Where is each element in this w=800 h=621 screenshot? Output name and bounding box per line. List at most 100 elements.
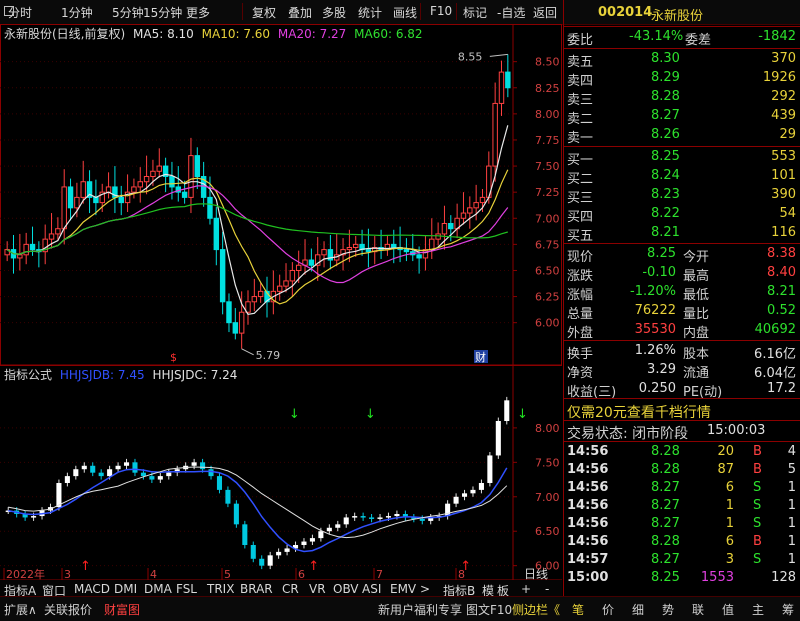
bottom-left-item-1[interactable]: 关联报价 bbox=[44, 601, 92, 618]
bid-row[interactable]: 买四 8.22 54 bbox=[563, 205, 800, 225]
candle bbox=[232, 322, 239, 334]
candle bbox=[207, 196, 213, 219]
kline-chart[interactable]: 8.50 8.25 8.00 7.75 7.50 7.25 7.00 6.75 6.50 6.25… bbox=[0, 24, 562, 596]
bottom-right-tab-2[interactable]: 细 bbox=[632, 601, 644, 618]
ask-price: 8.26 bbox=[651, 127, 680, 142]
candle bbox=[93, 196, 99, 204]
tick-direction: S bbox=[753, 498, 762, 513]
sub-bar bbox=[470, 489, 476, 494]
bid-row[interactable]: 买五 8.21 116 bbox=[563, 224, 800, 244]
sub-bar bbox=[495, 421, 501, 456]
panel-divider bbox=[563, 441, 800, 442]
indicator-tab-5[interactable]: FSL bbox=[176, 582, 197, 596]
indicator-tab-8[interactable]: CR bbox=[282, 582, 299, 596]
candle bbox=[416, 254, 422, 259]
bottom-right-tab-7[interactable]: 筹 bbox=[782, 601, 794, 618]
low-label: 5.79 bbox=[256, 349, 281, 362]
panel-divider bbox=[563, 146, 800, 147]
toolbar-item-5[interactable]: 复权 bbox=[252, 4, 276, 21]
buy-arrow-icon: ↑ bbox=[460, 559, 471, 574]
y-tick-label: 6.75 bbox=[535, 238, 560, 251]
indicator-tab-2[interactable]: MACD bbox=[74, 582, 110, 596]
indicator-tab-7[interactable]: BRAR bbox=[240, 582, 273, 596]
candle bbox=[29, 243, 36, 251]
ask-row[interactable]: 卖一 8.26 29 bbox=[563, 126, 800, 146]
candle bbox=[257, 290, 264, 298]
bid-row[interactable]: 买一 8.25 553 bbox=[563, 148, 800, 168]
bid-row[interactable]: 买三 8.23 390 bbox=[563, 186, 800, 206]
indicator-tab-11[interactable]: ASI bbox=[362, 582, 381, 596]
sub-bar bbox=[191, 462, 197, 466]
stat-value: -1.20% bbox=[630, 284, 676, 299]
candle bbox=[17, 254, 23, 259]
bottom-mid-item-2[interactable]: 侧边栏《 bbox=[512, 601, 560, 618]
indicator-tab-6[interactable]: TRIX bbox=[207, 582, 234, 596]
indicator-tab-12[interactable]: EMV bbox=[390, 582, 416, 596]
sub-bar bbox=[242, 524, 248, 545]
sub-bar bbox=[487, 455, 493, 483]
bottom-right-tab-6[interactable]: 主 bbox=[752, 601, 764, 618]
tick-volume: 1553 bbox=[700, 570, 734, 585]
promo-row[interactable]: 仅需20元查看千档行情 bbox=[563, 401, 800, 422]
candle bbox=[498, 71, 505, 104]
ask-volume: 29 bbox=[779, 127, 796, 142]
candle bbox=[118, 196, 124, 204]
toolbar-item-3[interactable]: 15分钟 bbox=[143, 4, 182, 21]
sub-bar bbox=[166, 472, 172, 477]
ask-row[interactable]: 卖四 8.29 1926 bbox=[563, 69, 800, 89]
tick-price: 8.28 bbox=[651, 534, 680, 549]
bid-volume: 116 bbox=[771, 225, 796, 240]
ask-row[interactable]: 卖三 8.28 292 bbox=[563, 88, 800, 108]
toolbar-item-4[interactable]: 更多 bbox=[186, 4, 210, 21]
period-square-icon[interactable] bbox=[4, 6, 14, 16]
indicator-tab-3[interactable]: DMI bbox=[114, 582, 137, 596]
tick-count: 1 bbox=[787, 534, 796, 549]
candle bbox=[143, 176, 150, 183]
tick-volume: 20 bbox=[717, 444, 734, 459]
bottom-right-tab-5[interactable]: 值 bbox=[722, 601, 734, 618]
toolbar-item-1[interactable]: 1分钟 bbox=[61, 4, 93, 21]
toolbar-item-8[interactable]: 统计 bbox=[358, 4, 382, 21]
high-pointer bbox=[489, 53, 508, 57]
bottom-right-tab-4[interactable]: 联 bbox=[692, 601, 704, 618]
sub-bar bbox=[284, 548, 290, 552]
tick-time: 14:57 bbox=[567, 552, 609, 567]
ask-row[interactable]: 卖五 8.30 370 bbox=[563, 50, 800, 70]
ask-row[interactable]: 卖二 8.27 439 bbox=[563, 107, 800, 127]
bottom-mid-item-1[interactable]: 图文F10 bbox=[466, 601, 512, 618]
indicator-tab-10[interactable]: OBV bbox=[333, 582, 359, 596]
ma20-label: MA20: 7.27 bbox=[277, 27, 347, 41]
toolbar-item-7[interactable]: 多股 bbox=[322, 4, 346, 21]
tick-price: 8.27 bbox=[651, 498, 680, 513]
promo-link[interactable]: 仅需20元查看千档行情 bbox=[567, 402, 711, 422]
sub-bar bbox=[385, 516, 392, 518]
toolbar-item-2[interactable]: 5分钟 bbox=[112, 4, 144, 21]
bottom-right-tab-0[interactable]: 笔 bbox=[572, 601, 584, 618]
stat-row: 外盘 35530 内盘 40692 bbox=[563, 321, 800, 341]
low-pointer bbox=[241, 348, 254, 356]
bottom-right-tab-1[interactable]: 价 bbox=[602, 601, 614, 618]
toolbar-item-11[interactable]: 标记 bbox=[463, 4, 487, 21]
tick-row: 14:56 8.28 20 B 4 bbox=[563, 443, 800, 461]
bottom-left-item-0[interactable]: 扩展∧ bbox=[4, 601, 37, 618]
stat-row: 现价 8.25 今开 8.38 bbox=[563, 245, 800, 265]
toolbar-item-6[interactable]: 叠加 bbox=[288, 4, 312, 21]
bottom-left-item-2[interactable]: 财富图 bbox=[104, 601, 140, 618]
candle bbox=[283, 280, 289, 287]
toolbar-item-13[interactable]: 返回 bbox=[533, 4, 557, 21]
indicator-tab-17[interactable]: + bbox=[521, 582, 531, 596]
ask-label: 卖五 bbox=[567, 55, 594, 70]
toolbar-item-10[interactable]: F10 bbox=[430, 4, 452, 18]
indicator-tab-18[interactable]: - bbox=[545, 582, 549, 596]
bid-row[interactable]: 买二 8.24 101 bbox=[563, 167, 800, 187]
indicator-tab-4[interactable]: DMA bbox=[144, 582, 172, 596]
bottom-mid-item-0[interactable]: 新用户福利专享 bbox=[378, 601, 462, 618]
toolbar-item-12[interactable]: -自选 bbox=[497, 4, 525, 21]
sub-title[interactable]: 指标公式 bbox=[4, 368, 52, 382]
indicator-tab-13[interactable]: > bbox=[420, 582, 430, 596]
fund-label: 流通 bbox=[683, 366, 710, 381]
candle bbox=[289, 269, 296, 282]
indicator-tab-9[interactable]: VR bbox=[309, 582, 326, 596]
toolbar-item-9[interactable]: 画线 bbox=[393, 4, 417, 21]
bottom-right-tab-3[interactable]: 势 bbox=[662, 601, 674, 618]
